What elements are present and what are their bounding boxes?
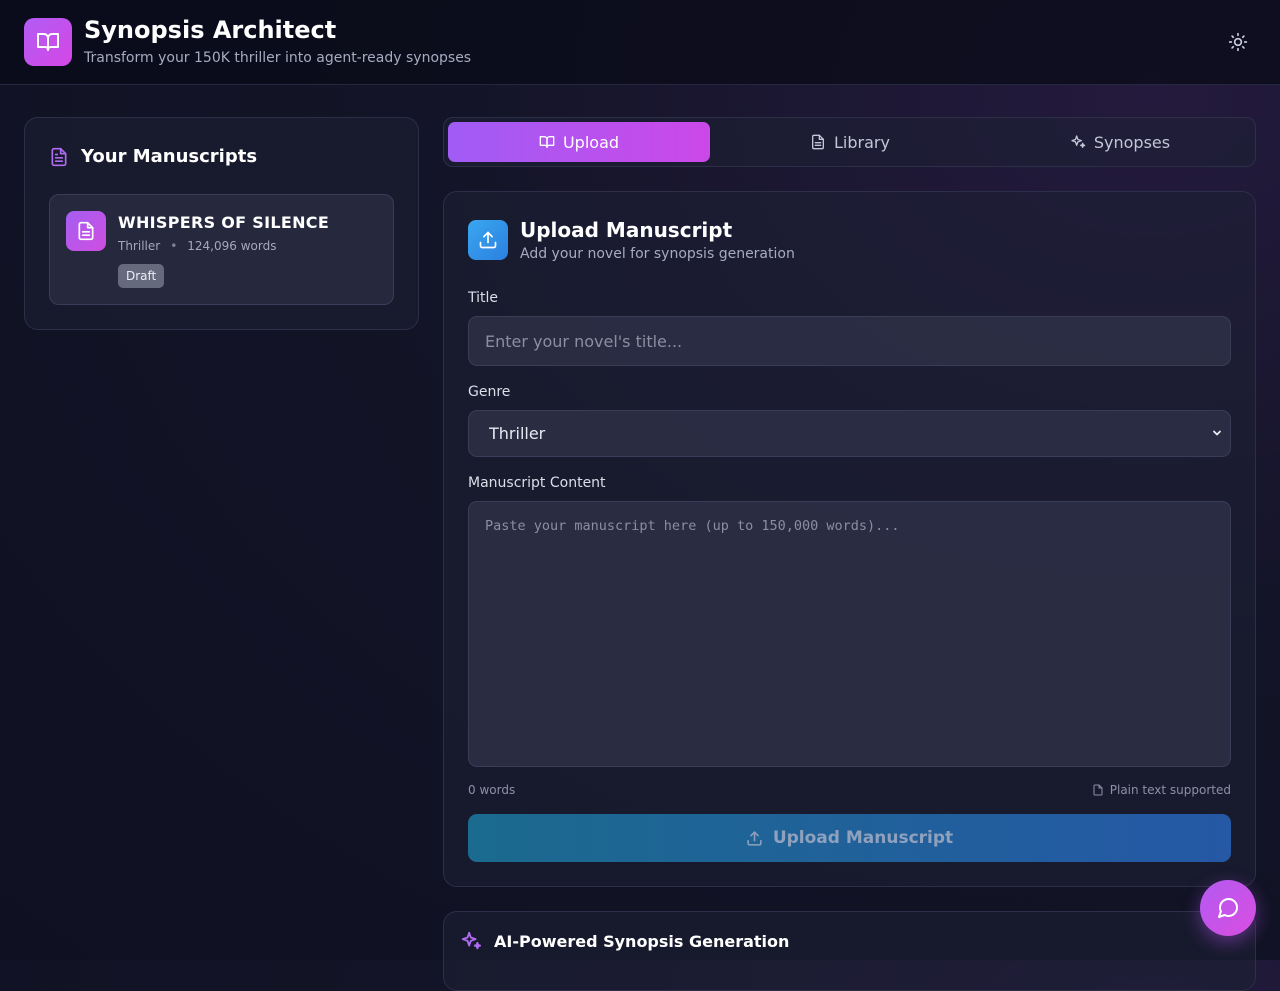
genre-select[interactable]: Thriller bbox=[468, 410, 1231, 457]
manuscript-genre: Thriller bbox=[118, 239, 161, 253]
manuscript-content-textarea[interactable] bbox=[468, 501, 1231, 767]
tab-library-label: Library bbox=[834, 132, 890, 152]
tab-library[interactable]: Library bbox=[719, 122, 981, 162]
title-input[interactable] bbox=[468, 316, 1231, 366]
document-icon bbox=[812, 134, 825, 150]
format-note: Plain text supported bbox=[1092, 783, 1231, 797]
ai-synopsis-heading-text: AI-Powered Synopsis Generation bbox=[494, 931, 790, 951]
format-note-text: Plain text supported bbox=[1109, 783, 1231, 797]
upload-panel-subtitle: Add your novel for synopsis generation bbox=[520, 246, 795, 262]
document-icon bbox=[78, 221, 94, 241]
upload-panel-title: Upload Manuscript bbox=[520, 218, 733, 242]
manuscripts-heading: Your Manuscripts bbox=[49, 146, 257, 167]
main-tabs: Upload Library Synopses bbox=[443, 117, 1256, 167]
book-open-icon bbox=[539, 136, 555, 148]
manuscript-item[interactable]: WHISPERS OF SILENCE Thriller • 124,096 w… bbox=[49, 194, 394, 305]
ai-synopsis-heading: AI-Powered Synopsis Generation bbox=[460, 930, 789, 952]
sun-icon bbox=[1228, 32, 1248, 52]
title-label: Title bbox=[468, 290, 499, 306]
chat-bubble-icon bbox=[1218, 898, 1239, 918]
upload-icon bbox=[479, 231, 497, 249]
manuscript-word-count: 124,096 words bbox=[187, 239, 277, 253]
app-subtitle: Transform your 150K thriller into agent-… bbox=[84, 50, 472, 66]
upload-manuscript-button[interactable]: Upload Manuscript bbox=[468, 814, 1231, 862]
theme-toggle-button[interactable] bbox=[1222, 26, 1254, 58]
manuscript-title: WHISPERS OF SILENCE bbox=[118, 213, 330, 232]
meta-separator: • bbox=[170, 239, 178, 253]
app-logo bbox=[24, 18, 72, 66]
document-icon bbox=[1093, 784, 1103, 796]
word-count: 0 words bbox=[468, 783, 516, 797]
ai-synopsis-panel: AI-Powered Synopsis Generation bbox=[443, 911, 1256, 991]
content-label: Manuscript Content bbox=[468, 475, 606, 491]
book-open-icon bbox=[37, 33, 59, 51]
sparkles-icon bbox=[461, 931, 482, 950]
manuscript-meta: Thriller • 124,096 words bbox=[118, 239, 276, 253]
manuscript-icon bbox=[66, 211, 106, 251]
status-badge: Draft bbox=[118, 264, 165, 288]
tab-synopses-label: Synopses bbox=[1093, 132, 1171, 152]
tab-synopses[interactable]: Synopses bbox=[989, 122, 1251, 162]
tab-upload[interactable]: Upload bbox=[448, 122, 710, 162]
manuscripts-panel: Your Manuscripts WHISPERS OF SILENCE Thr… bbox=[24, 117, 419, 330]
manuscripts-heading-text: Your Manuscripts bbox=[81, 146, 258, 167]
sparkles-icon bbox=[1071, 135, 1086, 148]
app-title: Synopsis Architect bbox=[84, 16, 337, 44]
chat-button[interactable] bbox=[1200, 880, 1256, 936]
upload-button-label: Upload Manuscript bbox=[772, 828, 954, 848]
upload-manuscript-panel: Upload Manuscript Add your novel for syn… bbox=[443, 191, 1256, 887]
upload-icon bbox=[747, 830, 762, 846]
upload-panel-icon bbox=[468, 220, 508, 260]
app-header: Synopsis Architect Transform your 150K t… bbox=[0, 0, 1280, 85]
document-icon bbox=[51, 147, 67, 166]
genre-label: Genre bbox=[468, 384, 511, 400]
tab-upload-label: Upload bbox=[562, 132, 620, 152]
